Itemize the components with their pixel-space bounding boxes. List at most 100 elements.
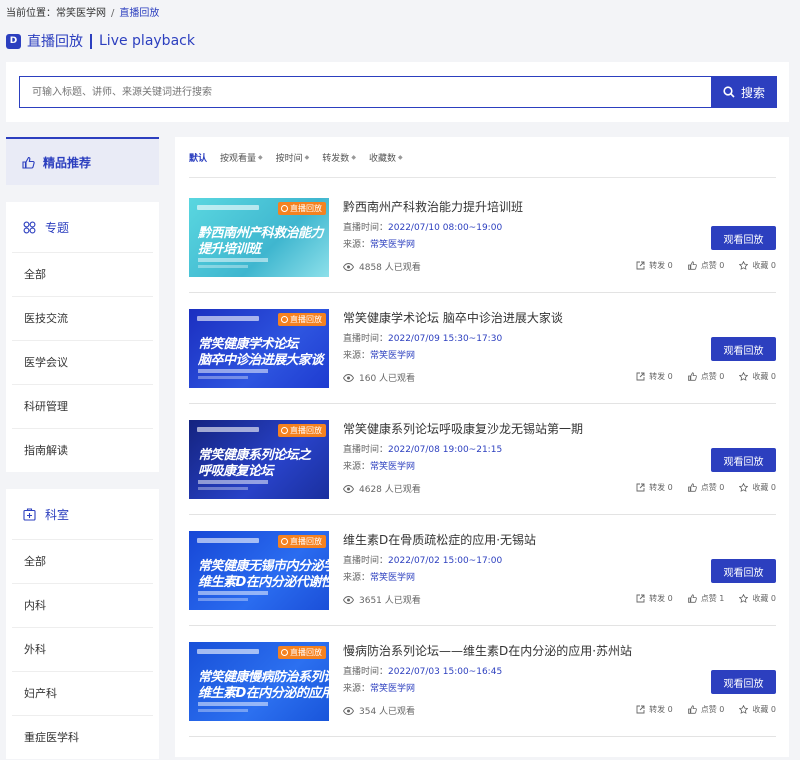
sort-favorites[interactable]: 收藏数 ◆ bbox=[369, 151, 403, 164]
list-item: 直播回放 常笑健康系列论坛之 呼吸康复论坛 常笑健康系列论坛呼吸康复沙龙无锡站第一期 直… bbox=[189, 403, 776, 515]
like-action[interactable]: 点赞 0 bbox=[687, 260, 724, 271]
watch-replay-button[interactable]: 观看回放 bbox=[711, 448, 776, 472]
watch-replay-button[interactable]: 观看回放 bbox=[711, 670, 776, 694]
star-icon bbox=[739, 372, 749, 381]
video-title[interactable]: 黔西南州产科救治能力提升培训班 bbox=[343, 198, 523, 215]
sort-forwards[interactable]: 转发数 ◆ bbox=[322, 151, 356, 164]
sidebar-dept-label: 科室 bbox=[45, 507, 70, 522]
play-circle-icon bbox=[281, 316, 288, 323]
list-item: 直播回放 常笑健康学术论坛 脑卒中诊治进展大家谈 常笑健康学术论坛 脑卒中诊治进展大家… bbox=[189, 292, 776, 404]
watch-replay-button[interactable]: 观看回放 bbox=[711, 337, 776, 361]
sidebar-item-surgery[interactable]: 外科 bbox=[12, 627, 153, 671]
source-link[interactable]: 常笑医学网 bbox=[370, 462, 415, 472]
favorite-action[interactable]: 收藏 0 bbox=[739, 371, 776, 382]
video-title[interactable]: 常笑健康系列论坛呼吸康复沙龙无锡站第一期 bbox=[343, 420, 583, 437]
source-link[interactable]: 常笑医学网 bbox=[370, 684, 415, 694]
sort-default[interactable]: 默认 bbox=[189, 151, 207, 164]
source-link[interactable]: 常笑医学网 bbox=[370, 351, 415, 361]
source-link[interactable]: 常笑医学网 bbox=[370, 240, 415, 250]
source: 来源：常笑医学网 bbox=[343, 351, 416, 361]
video-title[interactable]: 维生素D在骨质疏松症的应用·无锡站 bbox=[343, 531, 536, 548]
sidebar-item-topic-all[interactable]: 全部 bbox=[12, 252, 153, 296]
video-thumbnail[interactable]: 直播回放 常笑健康系列论坛之 呼吸康复论坛 bbox=[189, 420, 329, 499]
thumbnail-logo-strip bbox=[197, 649, 259, 654]
share-icon bbox=[636, 705, 645, 714]
sort-arrows-icon: ◆ bbox=[304, 154, 310, 161]
star-icon bbox=[739, 483, 749, 492]
list-item: 直播回放 黔西南州产科救治能力 提升培训班 黔西南州产科救治能力提升培训班直播时间：2… bbox=[189, 181, 776, 293]
sort-time[interactable]: 按时间 ◆ bbox=[276, 151, 310, 164]
sidebar-dept-title: 科室 bbox=[6, 489, 159, 539]
forward-action[interactable]: 转发 0 bbox=[636, 704, 673, 715]
sidebar-item-dept-all[interactable]: 全部 bbox=[12, 539, 153, 583]
eye-icon bbox=[343, 706, 354, 715]
source: 来源：常笑医学网 bbox=[343, 684, 416, 694]
video-thumbnail[interactable]: 直播回放 黔西南州产科救治能力 提升培训班 bbox=[189, 198, 329, 277]
star-icon bbox=[739, 594, 749, 603]
star-icon bbox=[739, 261, 749, 270]
play-circle-icon bbox=[281, 538, 288, 545]
sidebar-item-conference[interactable]: 医学会议 bbox=[12, 340, 153, 384]
eye-icon bbox=[343, 373, 354, 382]
breadcrumb-home-link[interactable]: 常笑医学网 bbox=[56, 8, 106, 19]
sidebar-item-internal[interactable]: 内科 bbox=[12, 583, 153, 627]
sort-views[interactable]: 按观看量 ◆ bbox=[220, 151, 263, 164]
divider bbox=[189, 177, 776, 178]
like-action[interactable]: 点赞 0 bbox=[687, 482, 724, 493]
favorite-action[interactable]: 收藏 0 bbox=[739, 482, 776, 493]
forward-action[interactable]: 转发 0 bbox=[636, 371, 673, 382]
sidebar-item-guidelines[interactable]: 指南解读 bbox=[12, 428, 153, 472]
play-circle-icon bbox=[281, 427, 288, 434]
source: 来源：常笑医学网 bbox=[343, 573, 416, 583]
title-divider bbox=[90, 33, 92, 49]
playback-icon: D bbox=[6, 33, 21, 49]
forward-action[interactable]: 转发 0 bbox=[636, 482, 673, 493]
live-time: 直播时间：2022/07/03 15:00~16:45 bbox=[343, 667, 503, 677]
list-item: 直播回放常笑健康慢病防治系列论坛维生素D在内分泌的应用慢病防治系列论坛——维生素… bbox=[189, 625, 776, 737]
thumbnail-subtext bbox=[198, 369, 268, 373]
like-action[interactable]: 点赞 1 bbox=[687, 593, 724, 604]
grid-icon bbox=[23, 221, 36, 233]
search-icon bbox=[723, 86, 735, 98]
sidebar-item-icu[interactable]: 重症医学科 bbox=[12, 715, 153, 759]
video-thumbnail[interactable]: 直播回放常笑健康慢病防治系列论坛维生素D在内分泌的应用 bbox=[189, 642, 329, 721]
favorite-action[interactable]: 收藏 0 bbox=[739, 260, 776, 271]
live-time: 直播时间：2022/07/10 08:00~19:00 bbox=[343, 223, 503, 233]
thumbnail-subtext bbox=[198, 487, 248, 490]
thumbnail-subtext bbox=[198, 480, 268, 484]
page-title: 直播回放 bbox=[27, 34, 83, 50]
video-title[interactable]: 常笑健康学术论坛 脑卒中诊治进展大家谈 bbox=[343, 309, 563, 326]
sort-arrows-icon: ◆ bbox=[258, 154, 263, 161]
watch-replay-button[interactable]: 观看回放 bbox=[711, 226, 776, 250]
forward-action[interactable]: 转发 0 bbox=[636, 593, 673, 604]
thumbnail-title-line2: 呼吸康复论坛 bbox=[198, 464, 274, 479]
sidebar-item-research[interactable]: 科研管理 bbox=[12, 384, 153, 428]
source-link[interactable]: 常笑医学网 bbox=[370, 573, 415, 583]
thumbs-up-icon bbox=[687, 372, 697, 381]
favorite-action[interactable]: 收藏 0 bbox=[739, 704, 776, 715]
video-thumbnail[interactable]: 直播回放常笑健康无锡市内分泌学术论坛维生素D在内分泌代谢性疾病的应用 bbox=[189, 531, 329, 610]
thumbnail-logo-strip bbox=[197, 427, 259, 432]
source: 来源：常笑医学网 bbox=[343, 462, 416, 472]
sidebar-featured[interactable]: 精品推荐 bbox=[6, 137, 159, 185]
like-action[interactable]: 点赞 0 bbox=[687, 371, 724, 382]
sort-arrows-icon: ◆ bbox=[351, 154, 356, 161]
search-input[interactable] bbox=[19, 76, 712, 108]
sort-bar: 默认 按观看量 ◆ 按时间 ◆ 转发数 ◆ 收藏数 ◆ bbox=[189, 151, 416, 164]
like-action[interactable]: 点赞 0 bbox=[687, 704, 724, 715]
forward-action[interactable]: 转发 0 bbox=[636, 260, 673, 271]
playback-badge: 直播回放 bbox=[278, 313, 326, 326]
watch-replay-button[interactable]: 观看回放 bbox=[711, 559, 776, 583]
sidebar-item-obgyn[interactable]: 妇产科 bbox=[12, 671, 153, 715]
sidebar-item-tech-exchange[interactable]: 医技交流 bbox=[12, 296, 153, 340]
playback-badge: 直播回放 bbox=[278, 424, 326, 437]
favorite-action[interactable]: 收藏 0 bbox=[739, 593, 776, 604]
eye-icon bbox=[343, 484, 354, 493]
sidebar-featured-label: 精品推荐 bbox=[43, 155, 92, 170]
video-thumbnail[interactable]: 直播回放 常笑健康学术论坛 脑卒中诊治进展大家谈 bbox=[189, 309, 329, 388]
search-button-label: 搜索 bbox=[740, 85, 765, 100]
card-actions: 转发 0 点赞 0 收藏 0 bbox=[621, 704, 776, 715]
search-button[interactable]: 搜索 bbox=[711, 76, 777, 108]
video-title[interactable]: 慢病防治系列论坛——维生素D在内分泌的应用·苏州站 bbox=[343, 642, 632, 659]
playback-badge: 直播回放 bbox=[278, 202, 326, 215]
